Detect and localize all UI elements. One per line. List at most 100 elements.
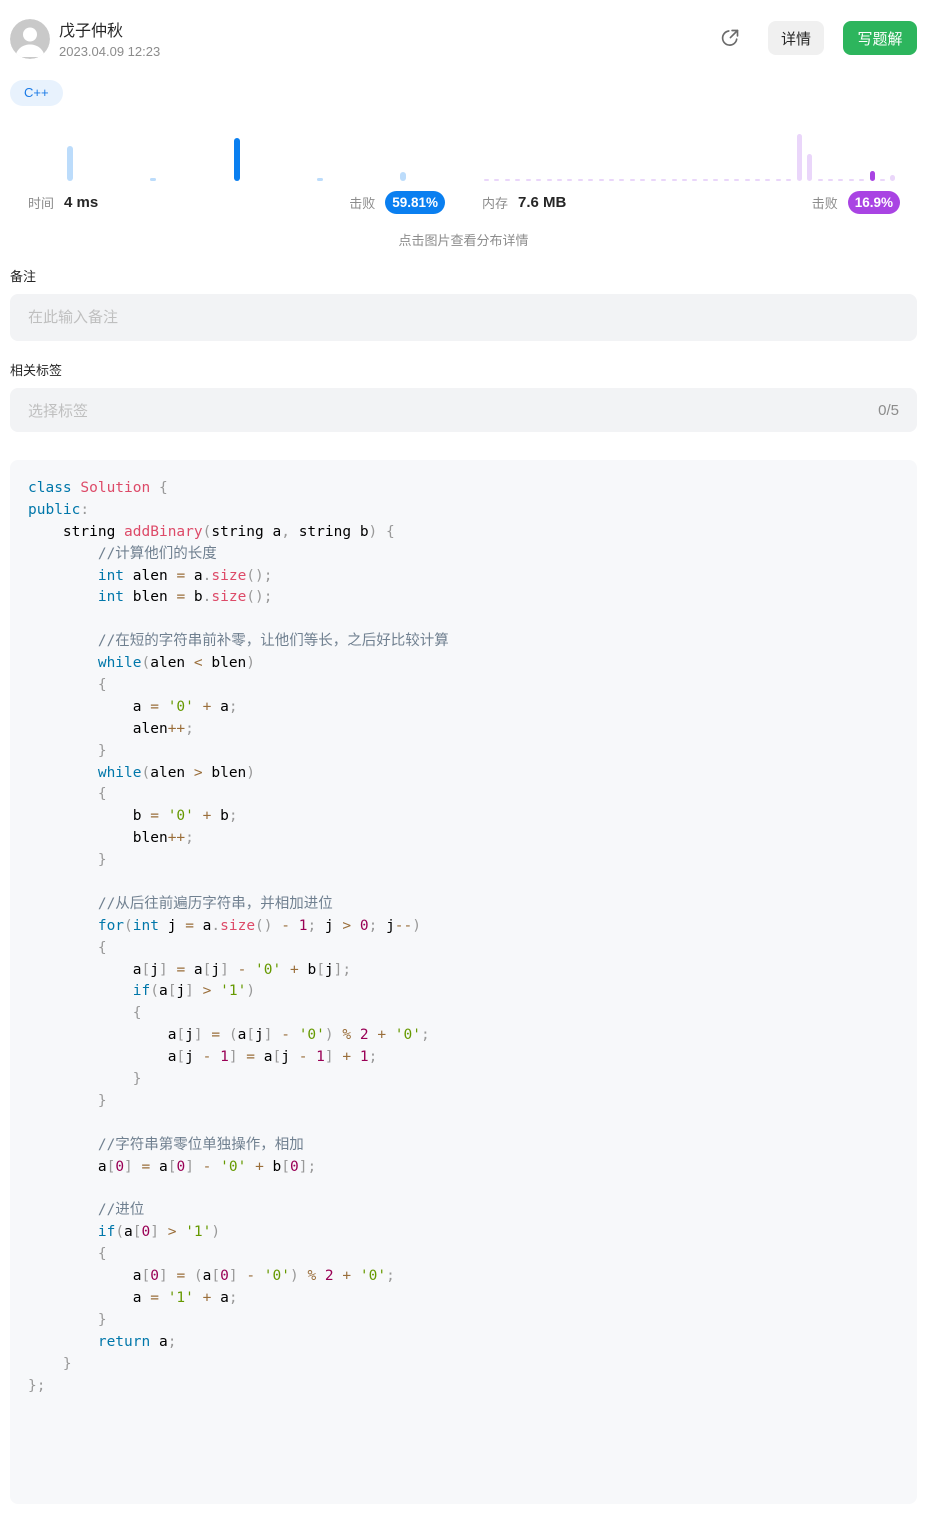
code-operator: + (289, 961, 299, 978)
code-operator: - (237, 961, 247, 978)
code-operator: ++ (167, 720, 186, 737)
code-line: //进位 (28, 1200, 899, 1222)
code-punctuation: } (97, 742, 107, 759)
code-function: size (211, 567, 247, 584)
code-keyword: while (97, 655, 142, 672)
code-comment: //从后往前遍历字符串，并相加进位 (97, 895, 333, 912)
memory-distribution-bar (567, 179, 573, 181)
code-string: '0' (255, 961, 282, 978)
username[interactable]: 戊子仲秋 (59, 22, 123, 42)
code-punctuation: } (97, 852, 107, 869)
code-identifier: alen (132, 567, 168, 584)
code-punctuation: ] (158, 961, 168, 978)
code-punctuation: ; (420, 1027, 430, 1044)
code-punctuation: , (281, 523, 290, 540)
code-line: } (28, 1069, 899, 1091)
memory-distribution-bar (723, 179, 729, 181)
code-punctuation: { (97, 939, 107, 956)
write-solution-button[interactable]: 写题解 (843, 21, 917, 55)
code-punctuation: ) (368, 523, 378, 540)
runtime-value: 4 ms (64, 193, 99, 211)
code-identifier: j (167, 917, 177, 934)
code-punctuation: ) (324, 1027, 334, 1044)
memory-distribution-bar (640, 179, 646, 181)
code-identifier: a (220, 698, 229, 715)
code-keyword: if (97, 1224, 116, 1241)
code-line: return a; (28, 1332, 899, 1354)
code-identifier: b (132, 808, 142, 825)
code-punctuation: } (62, 1355, 72, 1372)
code-identifier: j (281, 1049, 290, 1066)
memory-distribution-bar (661, 179, 667, 181)
memory-stat: 内存 7.6 MB 击败 16.9% (482, 190, 900, 214)
code-operator: % (342, 1027, 352, 1044)
code-identifier: b (359, 523, 369, 540)
memory-distribution-chart[interactable] (484, 120, 896, 181)
runtime-beats-label: 击败 (349, 195, 376, 211)
code-identifier: j (324, 917, 334, 934)
code-punctuation: ; (368, 1049, 378, 1066)
memory-distribution-bar (734, 179, 740, 181)
code-line: while(alen < blen) (28, 653, 899, 675)
code-comment: //在短的字符串前补零，让他们等长，之后好比较计算 (97, 633, 449, 650)
code-keyword: for (97, 917, 125, 934)
language-tag: C++ (10, 80, 63, 106)
code-punctuation: ] (263, 1027, 273, 1044)
code-punctuation: ] (185, 983, 194, 1000)
code-string: '1' (167, 1289, 194, 1306)
code-punctuation: ) (289, 1268, 299, 1285)
memory-distribution-bar (577, 179, 583, 181)
memory-distribution-bar (880, 179, 886, 181)
code-line: //从后往前遍历字符串，并相加进位 (28, 894, 899, 916)
user-avatar[interactable] (10, 19, 50, 59)
memory-distribution-bar (796, 134, 802, 181)
code-operator: % (307, 1268, 317, 1285)
share-button[interactable] (719, 27, 741, 49)
code-line: int blen = b.size(); (28, 587, 899, 609)
code-punctuation: [ (141, 961, 151, 978)
code-operator: < (193, 655, 203, 672)
runtime-stat: 时间 4 ms 击败 59.81% (28, 190, 445, 214)
code-string: '1' (220, 983, 247, 1000)
code-punctuation: ) (255, 567, 264, 584)
code-punctuation: ( (246, 567, 256, 584)
memory-distribution-bar (786, 179, 792, 181)
runtime-distribution-chart[interactable] (67, 120, 406, 181)
code-identifier: a (158, 1333, 168, 1350)
code-punctuation: { (158, 480, 168, 496)
code-punctuation: ; (368, 917, 378, 934)
code-punctuation: ] (124, 1158, 133, 1175)
detail-button[interactable]: 详情 (768, 21, 824, 55)
code-punctuation: } (97, 1092, 107, 1109)
code-punctuation: ; (228, 808, 238, 825)
memory-distribution-bar (848, 179, 854, 181)
code-punctuation: ; (263, 589, 273, 606)
code-punctuation: [ (316, 961, 325, 978)
code-operator: > (167, 1224, 177, 1241)
code-number: 1 (316, 1049, 325, 1066)
code-line: a[j] = (a[j] - '0') % 2 + '0'; (28, 1025, 899, 1047)
code-punctuation: { (97, 786, 107, 803)
note-input[interactable] (10, 294, 917, 341)
code-block[interactable]: class Solution {public: string addBinary… (10, 460, 917, 1504)
runtime-distribution-bar (150, 178, 157, 181)
code-operator: + (377, 1027, 387, 1044)
code-keyword: return (97, 1333, 151, 1350)
code-line: { (28, 784, 899, 806)
code-number: 0 (141, 1224, 151, 1241)
code-punctuation: ] (158, 1268, 168, 1285)
code-punctuation: ( (228, 1027, 238, 1044)
code-operator: > (193, 764, 203, 781)
code-punctuation: ; (228, 1289, 238, 1306)
note-label: 备注 (10, 269, 37, 284)
memory-distribution-bar (484, 179, 489, 181)
tags-select[interactable]: 选择标签 0/5 (10, 388, 917, 432)
code-comment: //进位 (97, 1202, 145, 1219)
code-keyword: while (97, 764, 142, 781)
code-punctuation: { (97, 1246, 107, 1263)
code-punctuation: ) (246, 655, 256, 672)
code-punctuation: ] (193, 1027, 203, 1044)
submission-timestamp: 2023.04.09 12:23 (59, 44, 161, 59)
code-number: 0 (359, 917, 369, 934)
